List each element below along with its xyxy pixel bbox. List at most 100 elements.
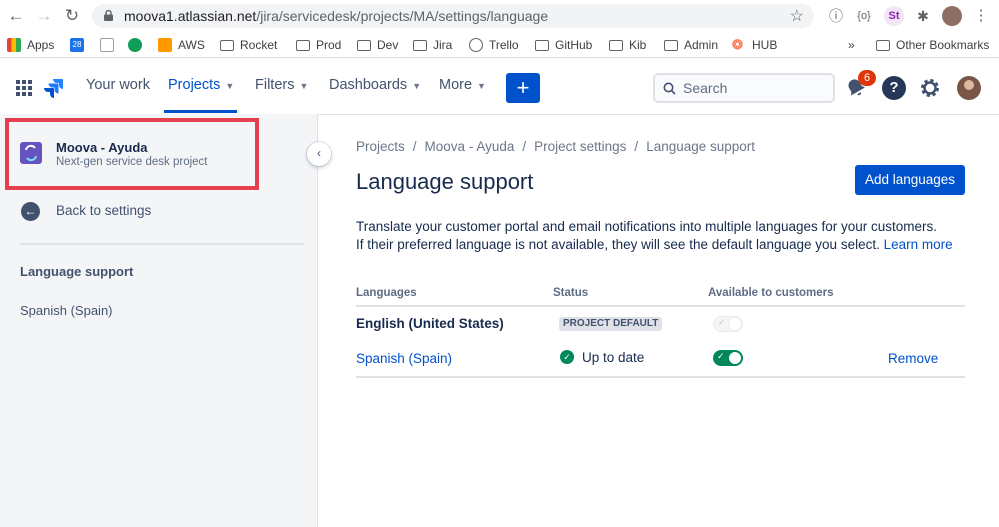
back-arrow-icon[interactable]: ← [21, 202, 40, 221]
back-arrow-icon[interactable]: ← [6, 6, 26, 26]
kebab-menu-icon[interactable]: ⋮ [971, 6, 991, 26]
nav-your-work[interactable]: Your work [86, 77, 150, 93]
jira-top-nav: Your work Projects ▼ Filters ▼ Dashboards ▼… [0, 58, 999, 114]
column-header-status: Status [553, 287, 589, 299]
project-default-lozenge: PROJECT DEFAULT [559, 317, 663, 331]
bookmark-admin[interactable]: Admin [664, 37, 718, 53]
table-bottom-divider [356, 376, 965, 378]
chevron-down-icon: ▼ [412, 81, 422, 91]
lock-icon [104, 10, 113, 21]
add-languages-button[interactable]: Add languages [855, 165, 965, 195]
url-text: moova1.atlassian.net/jira/servicedesk/pr… [124, 8, 549, 24]
page-description: Translate your customer portal and email… [356, 219, 953, 252]
sidebar-section-heading: Language support [20, 264, 134, 279]
bookmark-prod[interactable]: Prod [296, 37, 341, 53]
project-sidebar: Moova - Ayuda Next-gen service desk proj… [0, 114, 318, 527]
bookmark-hub[interactable]: ❂ HUB [732, 37, 777, 53]
chevron-down-icon: ▼ [299, 81, 309, 91]
notification-count-badge: 6 [858, 70, 876, 86]
info-icon[interactable]: ⓘ [826, 6, 846, 26]
nav-projects[interactable]: Projects ▼ [168, 77, 234, 93]
availability-toggle-english: ✓ [713, 316, 743, 332]
row-language-spanish-link[interactable]: Spanish (Spain) [356, 351, 452, 366]
help-icon[interactable]: ? [882, 76, 906, 100]
search-input[interactable]: Search [653, 73, 835, 103]
hubspot-icon: ❂ [732, 37, 743, 52]
extension-st-icon[interactable]: St [884, 6, 904, 26]
bookmark-apps[interactable]: Apps [7, 37, 54, 53]
browser-toolbar: ← → ↻ moova1.atlassian.net/jira/serviced… [0, 0, 999, 32]
folder-icon [357, 39, 371, 51]
table-header-divider [356, 305, 965, 307]
page-title: Language support [356, 169, 534, 194]
active-tab-indicator [164, 110, 237, 113]
bookmark-hangouts[interactable] [128, 37, 142, 53]
bookmark-jira[interactable]: Jira [413, 37, 452, 53]
aws-icon [158, 38, 172, 52]
bookmarks-bar: Apps 28 AWS Rocket Prod Dev Jira Trello … [0, 32, 999, 58]
bookmark-star-icon[interactable]: ☆ [790, 6, 804, 26]
collapse-sidebar-button[interactable]: ‹ [307, 142, 331, 166]
sidebar-divider [20, 243, 304, 245]
create-button[interactable]: + [506, 73, 540, 103]
document-icon [100, 38, 114, 52]
reload-icon[interactable]: ↻ [62, 6, 82, 26]
globe-icon [469, 38, 483, 52]
bookmark-dev[interactable]: Dev [357, 37, 398, 53]
bookmark-rocket[interactable]: Rocket [220, 37, 277, 53]
check-icon: ✓ [717, 351, 725, 361]
breadcrumb-current[interactable]: Language support [646, 139, 755, 154]
app-switcher-icon[interactable] [12, 76, 36, 100]
other-bookmarks[interactable]: Other Bookmarks [876, 37, 989, 53]
apps-grid-icon [7, 38, 21, 52]
bookmark-trello[interactable]: Trello [469, 37, 519, 53]
extension-icon[interactable]: {o} [854, 6, 874, 26]
breadcrumb-project-settings[interactable]: Project settings [534, 139, 626, 154]
breadcrumb-projects[interactable]: Projects [356, 139, 405, 154]
check-icon: ✓ [718, 317, 726, 327]
status-up-to-date: Up to date [582, 350, 645, 365]
bookmark-document[interactable] [100, 37, 114, 53]
hangouts-icon [128, 38, 142, 52]
folder-icon [535, 39, 549, 51]
chevron-down-icon: ▼ [225, 81, 235, 91]
nav-more[interactable]: More ▼ [439, 77, 486, 93]
forward-arrow-icon[interactable]: → [34, 6, 54, 26]
calendar-icon: 28 [70, 38, 84, 52]
puzzle-icon[interactable]: ✱ [913, 6, 933, 26]
folder-icon [664, 39, 678, 51]
learn-more-link[interactable]: Learn more [884, 237, 953, 252]
bookmark-calendar[interactable]: 28 [70, 37, 84, 53]
success-check-icon: ✓ [560, 350, 574, 364]
column-header-languages: Languages [356, 287, 417, 299]
folder-icon [876, 39, 890, 51]
folder-icon [220, 39, 234, 51]
folder-icon [296, 39, 310, 51]
user-avatar[interactable] [957, 76, 981, 100]
bookmark-kib[interactable]: Kib [609, 37, 646, 53]
profile-avatar[interactable] [942, 6, 962, 26]
nav-dashboards[interactable]: Dashboards ▼ [329, 77, 421, 93]
bookmark-aws[interactable]: AWS [158, 37, 205, 53]
nav-filters[interactable]: Filters ▼ [255, 77, 308, 93]
breadcrumb: Projects / Moova - Ayuda / Project settings /… [356, 139, 756, 154]
chevron-left-icon: ‹ [317, 146, 321, 160]
chevron-down-icon: ▼ [477, 81, 486, 91]
sidebar-item-spanish[interactable]: Spanish (Spain) [20, 303, 113, 318]
search-icon [663, 82, 676, 95]
settings-gear-icon[interactable] [918, 76, 942, 100]
jira-logo-icon[interactable] [42, 76, 66, 100]
folder-icon [609, 39, 623, 51]
row-language-english: English (United States) [356, 316, 504, 331]
bookmark-github[interactable]: GitHub [535, 37, 592, 53]
address-bar[interactable]: moova1.atlassian.net/jira/servicedesk/pr… [92, 4, 814, 28]
back-to-settings-link[interactable]: Back to settings [56, 203, 151, 218]
availability-toggle-spanish[interactable]: ✓ [713, 350, 743, 366]
remove-language-button[interactable]: Remove [888, 351, 938, 366]
project-name[interactable]: Moova - Ayuda [56, 140, 148, 155]
project-type: Next-gen service desk project [56, 156, 208, 168]
column-header-available: Available to customers [708, 287, 834, 299]
project-avatar-icon [20, 142, 42, 164]
more-bookmarks-button[interactable]: » [848, 37, 855, 53]
breadcrumb-project[interactable]: Moova - Ayuda [425, 139, 515, 154]
